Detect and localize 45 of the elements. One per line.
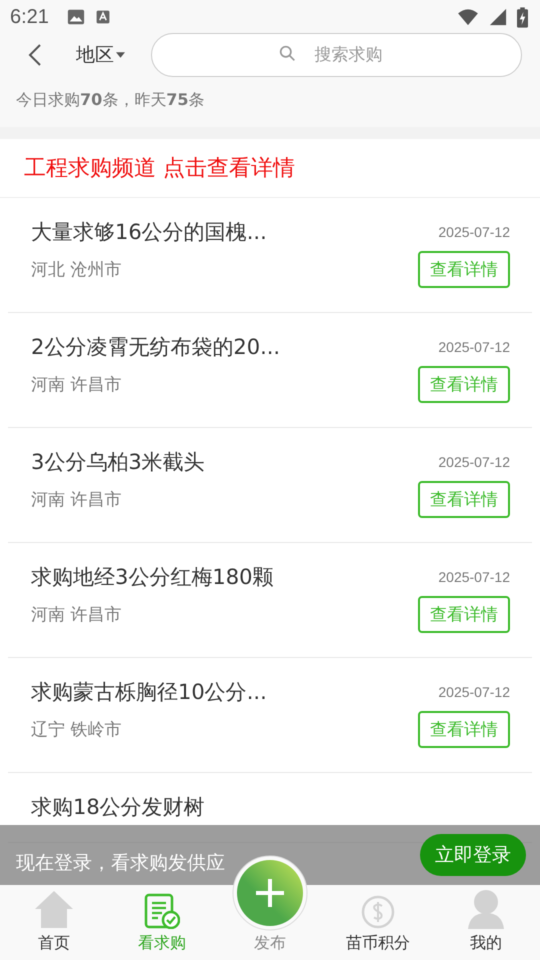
channel-banner-link[interactable]: 工程求购频道 点击查看详情 bbox=[0, 127, 540, 198]
add-button[interactable] bbox=[232, 855, 308, 931]
view-details-button[interactable]: 查看详情 bbox=[418, 251, 510, 288]
request-date: 2025-07-12 bbox=[438, 339, 510, 356]
view-details-button[interactable]: 查看详情 bbox=[418, 366, 510, 404]
nav-tab[interactable]: 我的 bbox=[432, 885, 540, 960]
signal-icon bbox=[489, 8, 507, 26]
stats-text: 今日求购70条，昨天75条 bbox=[15, 89, 206, 111]
request-title: 求购18公分发财树 bbox=[31, 796, 205, 818]
login-button[interactable]: 立即登录 bbox=[420, 834, 526, 876]
status-time: 6:21 bbox=[10, 6, 49, 28]
request-title: 3公分乌柏3米截头 bbox=[31, 451, 205, 474]
request-date: 2025-07-12 bbox=[438, 224, 510, 240]
home-icon bbox=[34, 889, 74, 929]
request-location: 河南 许昌市 bbox=[31, 604, 122, 626]
view-details-button[interactable]: 查看详情 bbox=[418, 596, 510, 634]
login-prompt-text: 现在登录，看求购发供应 bbox=[16, 854, 225, 876]
nav-tab[interactable]: 首页 bbox=[0, 885, 108, 960]
request-location: 河南 许昌市 bbox=[31, 489, 122, 512]
view-details-button[interactable]: 查看详情 bbox=[418, 711, 510, 748]
request-title: 2公分凌霄无纺布袋的20... bbox=[31, 336, 280, 358]
document-check-icon bbox=[144, 893, 180, 929]
nav-tab[interactable]: 发布 bbox=[254, 933, 286, 954]
request-date: 2025-07-12 bbox=[438, 684, 510, 700]
request-location: 辽宁 铁岭市 bbox=[31, 719, 122, 742]
dollar-coin-icon bbox=[361, 895, 395, 929]
request-title: 大量求够16公分的国槐... bbox=[31, 221, 267, 244]
request-location: 河北 沧州市 bbox=[31, 259, 122, 282]
request-date: 2025-07-12 bbox=[438, 454, 510, 470]
nav-tab[interactable]: 看求购 bbox=[108, 885, 216, 960]
battery-icon bbox=[517, 6, 528, 28]
text-notification-icon bbox=[94, 9, 111, 25]
search-field[interactable]: 搜索求购 bbox=[151, 33, 522, 77]
request-date: 2025-07-12 bbox=[438, 569, 510, 586]
request-location: 河南 许昌市 bbox=[31, 374, 122, 396]
request-title: 求购蒙古栎胸径10公分... bbox=[31, 681, 267, 704]
region-dropdown[interactable]: 地区 bbox=[76, 42, 125, 68]
back-icon[interactable] bbox=[28, 43, 42, 67]
wifi-icon bbox=[457, 8, 479, 26]
image-notification-icon bbox=[66, 8, 85, 26]
caret-icon bbox=[116, 52, 125, 58]
request-title: 求购地经3公分红梅180颗 bbox=[31, 566, 274, 588]
nav-tab[interactable]: 苗币积分 bbox=[324, 885, 432, 960]
view-details-button[interactable]: 查看详情 bbox=[418, 481, 510, 518]
person-icon bbox=[466, 889, 506, 929]
